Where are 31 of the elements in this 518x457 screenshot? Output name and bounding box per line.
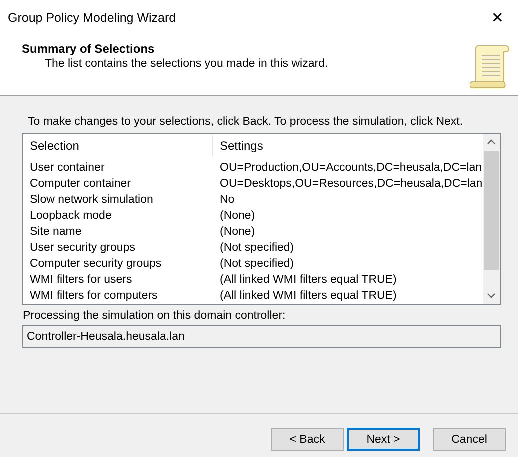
table-cell-text: WMI filters for users	[29, 274, 134, 286]
instruction-text: To make changes to your selections, click Back. To process the simulation, click Next.	[28, 116, 464, 128]
table-cell-text: User container	[29, 162, 106, 174]
table-cell-text: (All linked WMI filters equal TRUE)	[219, 290, 398, 302]
column-header[interactable]: Settings	[213, 135, 483, 157]
table-cell-text: (Not specified)	[219, 258, 296, 270]
table-cell-text: (Not specified)	[219, 242, 296, 254]
table-cell-text: Loopback mode	[29, 210, 113, 222]
table-cell-text: WMI filters for computers	[29, 290, 159, 302]
table-cell-text: Site name	[29, 226, 83, 238]
table-cell-text: Computer container	[29, 178, 132, 190]
table-cell-text: (None)	[219, 226, 256, 238]
table-cell-text: Slow network simulation	[29, 194, 154, 206]
table-cell-text: (None)	[219, 210, 256, 222]
table-cell-text: (All linked WMI filters equal TRUE)	[219, 274, 398, 286]
scroll-icon	[470, 44, 510, 90]
window-title: Group Policy Modeling Wizard	[8, 10, 176, 24]
scrollbar-thumb[interactable]	[484, 151, 499, 270]
table-cell-text: No	[219, 194, 236, 206]
scrollbar[interactable]	[483, 134, 500, 304]
table-cell-text: OU=Production,OU=Accounts,DC=heusala,DC=lan	[219, 162, 483, 174]
table-cell-text: OU=Desktops,OU=Resources,DC=heusala,DC=lan	[219, 178, 483, 190]
cancel-button[interactable]: Cancel	[433, 428, 506, 451]
field-label: Processing the simulation on this domain controller:	[23, 310, 287, 322]
header-title: Summary of Selections	[22, 42, 156, 56]
controller-field[interactable]: Controller-Heusala.heusala.lan	[22, 325, 501, 348]
close-button[interactable]: ✕	[487, 8, 508, 26]
header-subtitle: The list contains the selections you made in this wizard.	[45, 58, 328, 70]
table-cell-text: User security groups	[29, 242, 136, 254]
table-cell-text: Computer security groups	[29, 258, 163, 270]
column-header[interactable]: Selection	[23, 135, 213, 157]
